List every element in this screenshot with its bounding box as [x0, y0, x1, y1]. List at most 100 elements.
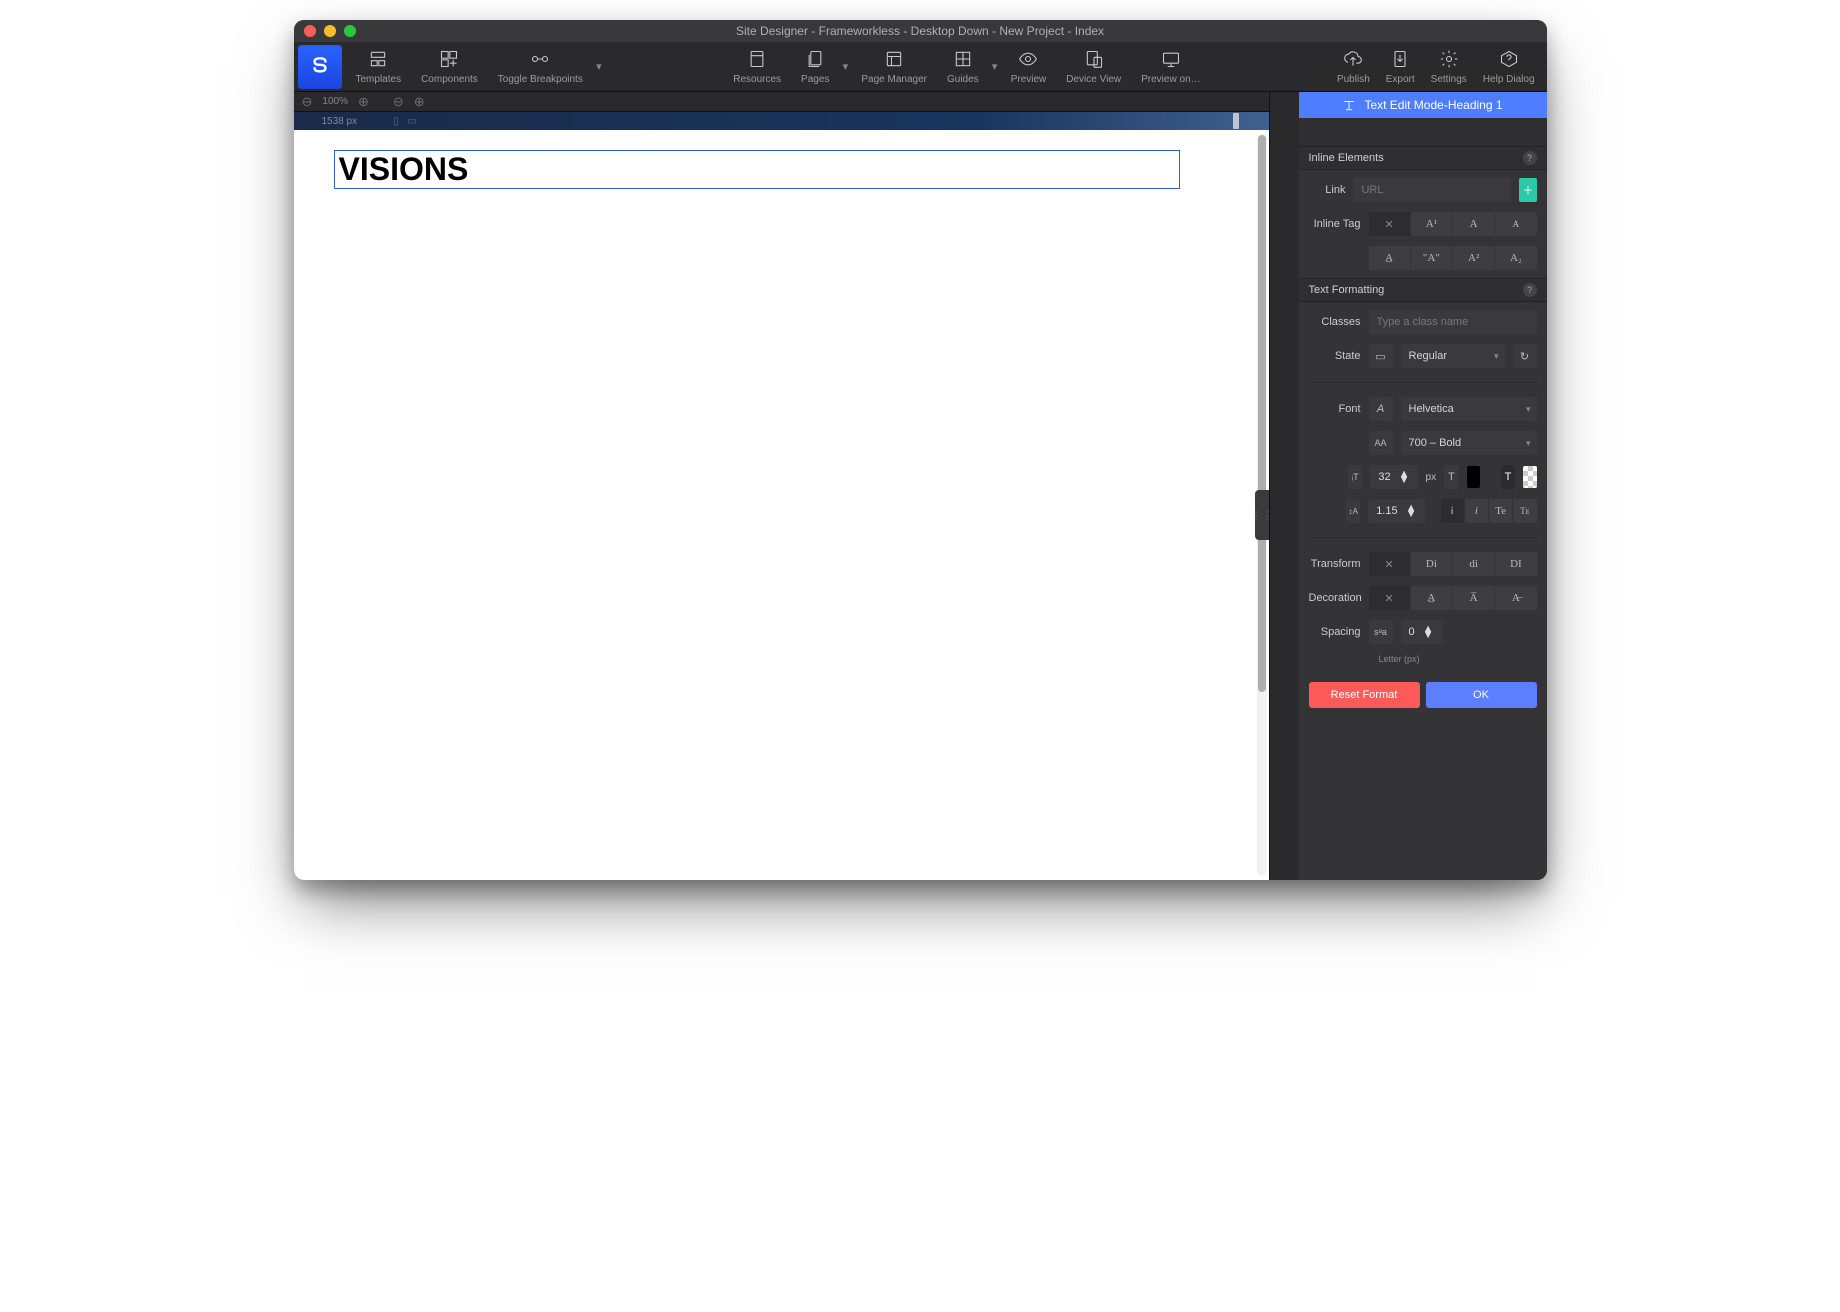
bp-drag-handle[interactable] — [1233, 113, 1239, 129]
decoration-none[interactable]: ✕ — [1369, 586, 1411, 610]
state-reset-button[interactable]: ↻ — [1513, 344, 1537, 368]
inline-tag-span[interactable]: A — [1453, 212, 1495, 236]
toolbar-left-more[interactable]: ▾ — [593, 48, 605, 85]
pages-button[interactable]: Pages — [791, 48, 839, 85]
app-logo[interactable] — [298, 45, 342, 89]
decoration-underline[interactable]: A̲ — [1411, 586, 1453, 610]
close-window-button[interactable] — [304, 25, 316, 37]
scrollbar-thumb[interactable] — [1258, 135, 1266, 692]
decoration-strike[interactable]: A̶ — [1495, 586, 1536, 610]
bg-color-swatch[interactable] — [1523, 466, 1536, 488]
decoration-overline[interactable]: A̅ — [1453, 586, 1495, 610]
sidebar-spacer — [1299, 118, 1547, 146]
line-height-input[interactable]: 1.15 ▲▼ — [1368, 499, 1424, 523]
bp-desktop-icon[interactable]: ▭ — [407, 116, 416, 127]
templates-button[interactable]: Templates — [346, 48, 412, 85]
canvas-viewport[interactable]: VISIONS ⋮⋮ — [294, 130, 1269, 880]
preview-button[interactable]: Preview — [1001, 48, 1057, 85]
maximize-window-button[interactable] — [344, 25, 356, 37]
state-dropdown[interactable]: Regular — [1401, 344, 1505, 368]
inline-tag-none[interactable]: ✕ — [1369, 212, 1411, 236]
font-size-input[interactable]: 32 ▲▼ — [1370, 465, 1417, 489]
classes-input[interactable] — [1369, 310, 1537, 334]
ok-button[interactable]: OK — [1426, 682, 1537, 708]
reset-format-button[interactable]: Reset Format — [1309, 682, 1420, 708]
device-view-button[interactable]: Device View — [1056, 48, 1131, 85]
text-color-swatch[interactable] — [1467, 466, 1480, 488]
bp-mobile-icon[interactable]: ▯ — [394, 116, 400, 127]
side-drawer-handle[interactable]: ⋮⋮ — [1255, 490, 1269, 540]
zoom-out-icon[interactable]: ⊖ — [302, 94, 313, 110]
inline-tag-sub2[interactable]: A₂ — [1495, 246, 1536, 270]
spacing-label: Spacing — [1309, 626, 1361, 638]
state-icon[interactable]: ▭ — [1369, 344, 1393, 368]
components-button[interactable]: Components — [411, 48, 488, 85]
heading-selection-box[interactable]: VISIONS — [334, 150, 1180, 189]
help-dialog-button[interactable]: Help Dialog — [1475, 48, 1543, 85]
publish-icon — [1343, 48, 1363, 70]
help-inline-icon[interactable]: ? — [1523, 151, 1537, 165]
zoom-percent[interactable]: 100% — [322, 96, 348, 107]
inline-tag-label: Inline Tag — [1309, 218, 1361, 230]
preview-on-button[interactable]: Preview on… — [1131, 48, 1210, 85]
zoom-fit-out-icon[interactable]: ⊖ — [393, 94, 404, 110]
bg-color-icon: T — [1501, 465, 1516, 489]
page-canvas[interactable]: VISIONS — [294, 130, 1269, 880]
letter-spacing-stepper[interactable]: ▲▼ — [1419, 626, 1438, 639]
style-smallcaps[interactable]: Tᴇ — [1513, 499, 1536, 523]
heading-1-text[interactable]: VISIONS — [339, 151, 1175, 188]
help-formatting-icon[interactable]: ? — [1523, 283, 1537, 297]
inline-tag-sup[interactable]: A¹ — [1411, 212, 1453, 236]
link-url-input[interactable] — [1353, 178, 1511, 202]
zoom-in-icon[interactable]: ⊕ — [358, 94, 369, 110]
section-text-formatting-header[interactable]: Text Formatting ? — [1299, 278, 1547, 302]
inline-tag-row-1: Inline Tag ✕ A¹ A A — [1309, 212, 1537, 236]
font-style-seg: i i Te Tᴇ — [1441, 499, 1537, 523]
font-family-dropdown[interactable]: Helvetica — [1401, 397, 1537, 421]
transform-label: Transform — [1309, 558, 1361, 570]
link-label: Link — [1309, 184, 1346, 196]
work-area: ⊖ 100% ⊕ ⊖ ⊕ ⋮ 1538 px ▯ ▭ VISIONS — [294, 92, 1547, 880]
format-actions: Reset Format OK — [1299, 672, 1547, 718]
section-inline-elements-header[interactable]: Inline Elements ? — [1299, 146, 1547, 170]
transform-lowercase[interactable]: di — [1453, 552, 1495, 576]
inline-tag-quote[interactable]: "A" — [1411, 246, 1453, 270]
add-link-button[interactable]: ＋ — [1519, 178, 1536, 202]
font-weight-dropdown[interactable]: 700 – Bold — [1401, 431, 1537, 455]
style-italic[interactable]: i — [1465, 499, 1489, 523]
decoration-seg: ✕ A̲ A̅ A̶ — [1369, 586, 1537, 610]
breakpoint-bar[interactable]: ⋮ 1538 px ▯ ▭ — [294, 112, 1269, 130]
device-view-icon — [1084, 48, 1104, 70]
toggle-breakpoints-button[interactable]: Toggle Breakpoints — [488, 48, 593, 85]
transform-capitalize[interactable]: Di — [1411, 552, 1453, 576]
resources-button[interactable]: Resources — [723, 48, 791, 85]
transform-uppercase[interactable]: DI — [1495, 552, 1536, 576]
pages-caret[interactable]: ▾ — [839, 48, 851, 85]
preview-on-icon — [1161, 48, 1181, 70]
font-size-unit[interactable]: px — [1426, 472, 1437, 483]
letter-spacing-input[interactable]: 0 ▲▼ — [1401, 620, 1442, 644]
style-bold[interactable]: i — [1441, 499, 1465, 523]
inline-tag-small[interactable]: A — [1495, 212, 1536, 236]
inline-tag-super2[interactable]: A² — [1453, 246, 1495, 270]
style-te[interactable]: Te — [1489, 499, 1513, 523]
inline-tag-seg-2: A̲ "A" A² A₂ — [1369, 246, 1537, 270]
transform-none[interactable]: ✕ — [1369, 552, 1411, 576]
bp-width-label: 1538 px — [316, 116, 358, 127]
help-icon — [1499, 48, 1519, 70]
bp-menu-icon[interactable]: ⋮ — [294, 116, 316, 127]
publish-button[interactable]: Publish — [1329, 48, 1378, 85]
font-weight-icon: AA — [1369, 431, 1393, 455]
guides-button[interactable]: Guides — [937, 48, 989, 85]
inline-tag-underline[interactable]: A̲ — [1369, 246, 1411, 270]
export-button[interactable]: Export — [1378, 48, 1423, 85]
zoom-fit-in-icon[interactable]: ⊕ — [414, 94, 425, 110]
line-height-stepper[interactable]: ▲▼ — [1402, 505, 1421, 518]
transform-seg: ✕ Di di DI — [1369, 552, 1537, 576]
guides-caret[interactable]: ▾ — [989, 48, 1001, 85]
font-size-stepper[interactable]: ▲▼ — [1395, 471, 1414, 484]
state-label: State — [1309, 350, 1361, 362]
page-manager-button[interactable]: Page Manager — [851, 48, 937, 85]
minimize-window-button[interactable] — [324, 25, 336, 37]
settings-button[interactable]: Settings — [1423, 48, 1475, 85]
